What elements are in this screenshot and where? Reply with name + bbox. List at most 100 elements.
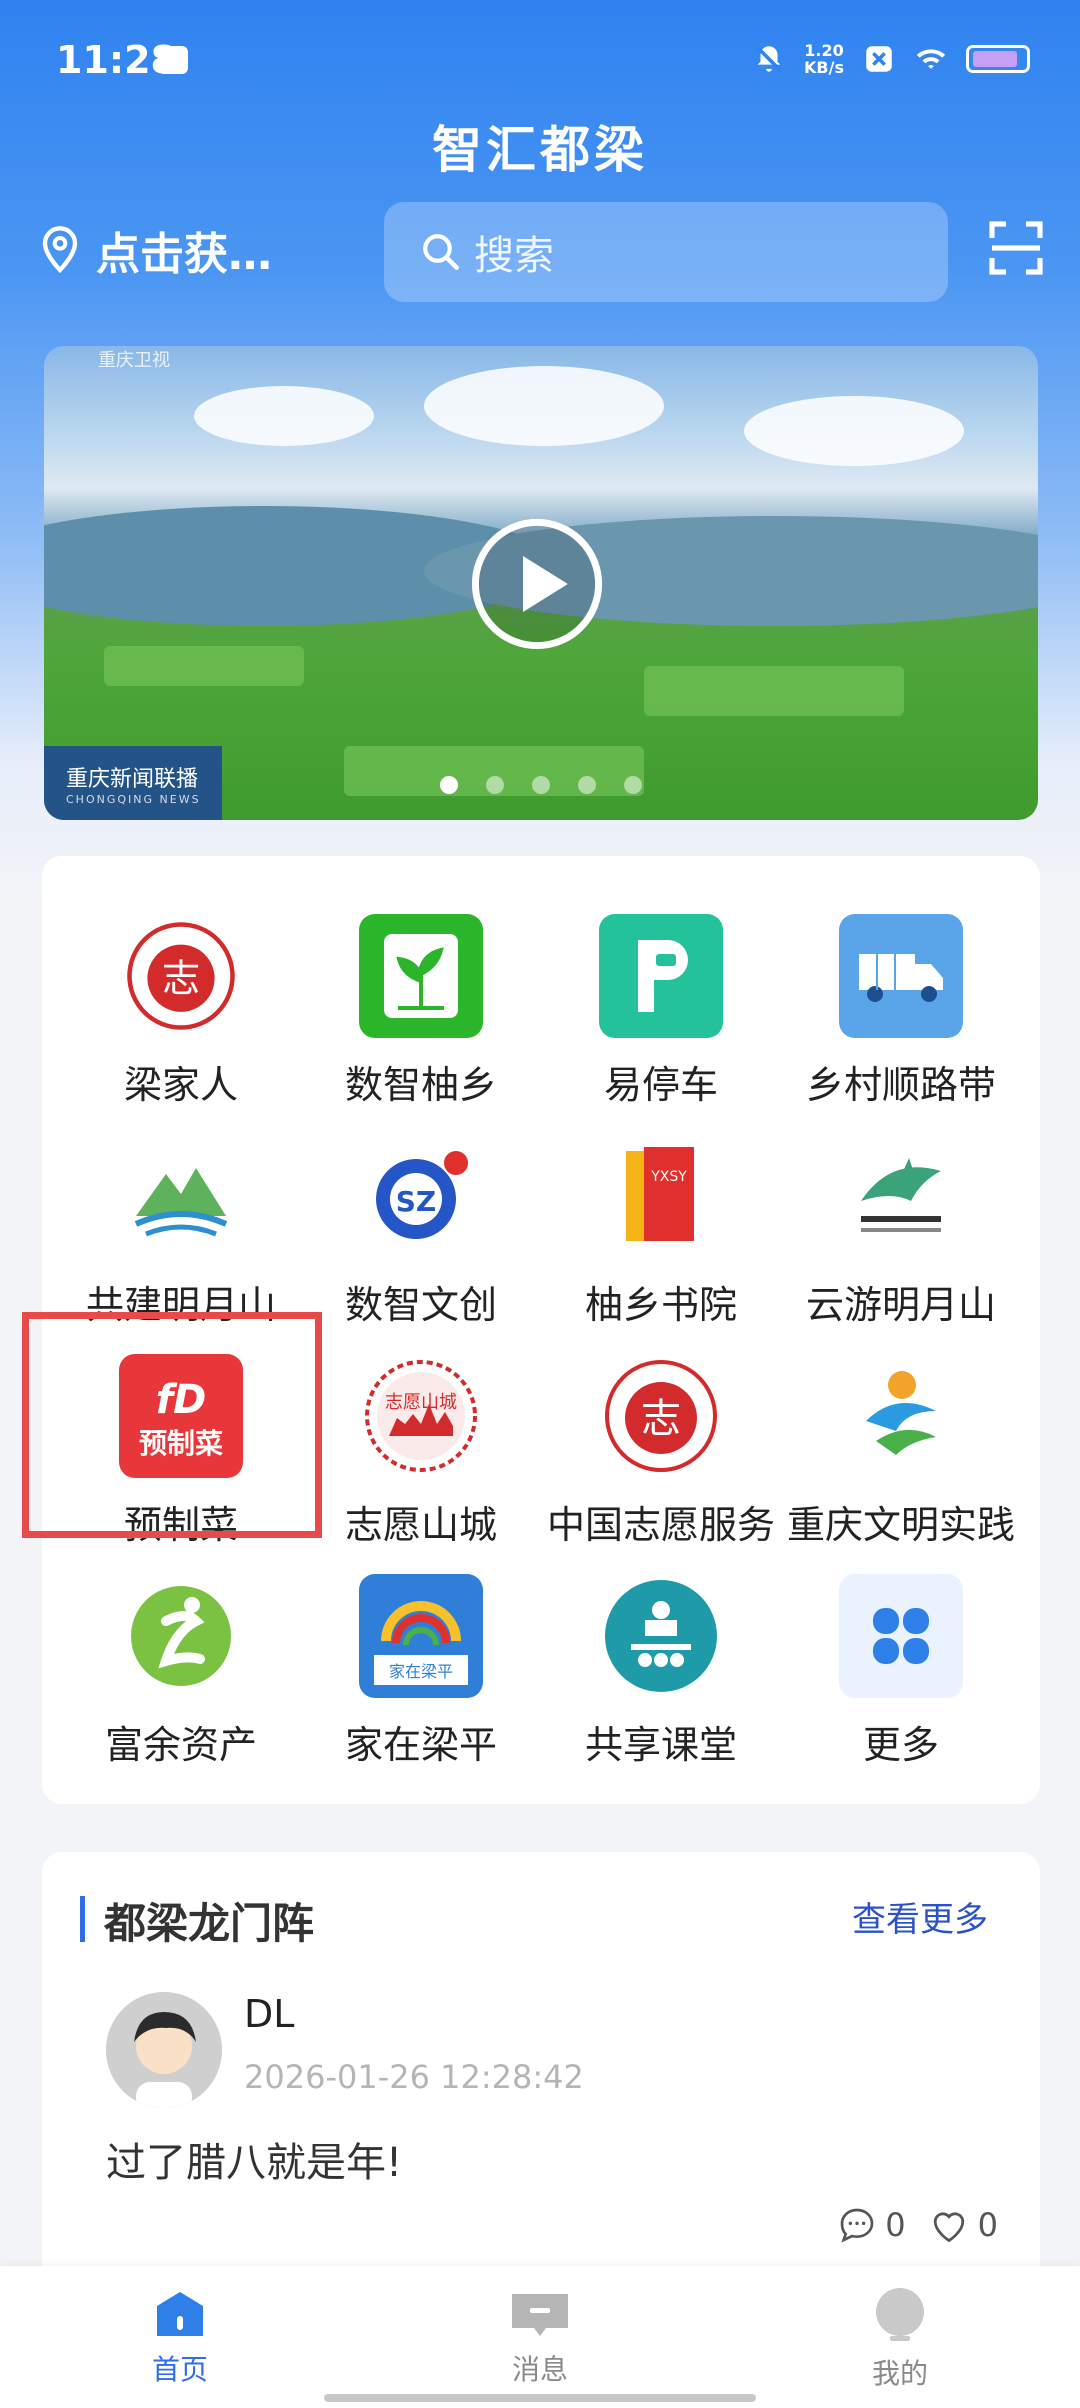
volunteer-badge-icon: 志: [119, 914, 243, 1038]
app-title: 智汇都梁: [432, 121, 648, 179]
news-program-subtitle: CHONGQING NEWS: [66, 792, 201, 806]
tab-label: 消息: [511, 2353, 568, 2386]
profile-icon: [876, 2288, 924, 2341]
service-youxiang-shuyuan[interactable]: YXSY 柚乡书院: [541, 1134, 781, 1354]
service-label: 梁家人: [123, 1063, 238, 1107]
highlight-box: [22, 1312, 322, 1538]
comment-icon: [840, 2208, 874, 2243]
section-accent-bar: [80, 1896, 85, 1942]
svg-text:志: 志: [162, 957, 200, 1001]
service-label: 志愿山城: [344, 1503, 497, 1547]
carousel-dot[interactable]: [486, 776, 504, 794]
service-jiazai-liangping[interactable]: 家在梁平 家在梁平: [301, 1574, 541, 1794]
service-label: 家在梁平: [344, 1723, 497, 1767]
service-more[interactable]: 更多: [781, 1574, 1021, 1794]
book-icon: YXSY: [599, 1134, 723, 1258]
svg-text:家在梁平: 家在梁平: [389, 1662, 453, 1681]
scan-icon[interactable]: [988, 220, 1044, 276]
service-lianjiaren[interactable]: 志 梁家人: [61, 914, 301, 1134]
message-notification-icon: [158, 46, 188, 74]
service-shuzhi-wenchuang[interactable]: SZ 数智文创: [301, 1134, 541, 1354]
sz-logo-icon: SZ: [359, 1134, 483, 1258]
banner-field: [104, 646, 304, 686]
banner-cloud: [744, 396, 964, 466]
comment-count: 0: [885, 2206, 906, 2244]
heart-icon: [933, 2212, 964, 2243]
post-stats: 0 0: [837, 2206, 998, 2244]
service-shuzhi-youxiang[interactable]: 数智柚乡: [301, 914, 541, 1134]
post-timestamp: 2026-01-26 12:28:42: [244, 2058, 584, 2096]
net-speed-value: 1.20: [804, 41, 844, 60]
service-zhongguo-zhiyuan-fuwu[interactable]: 志 中国志愿服务: [541, 1354, 781, 1574]
carousel-dot[interactable]: [624, 776, 642, 794]
home-indicator[interactable]: [324, 2394, 756, 2402]
carousel-dot[interactable]: [532, 776, 550, 794]
service-label: 共享课堂: [584, 1723, 737, 1767]
classroom-icon: [599, 1574, 723, 1698]
status-bar: 11:28 1.20 KB/s: [0, 0, 1080, 120]
svg-text:志: 志: [641, 1396, 681, 1442]
banner-field: [644, 666, 904, 716]
service-yitingche[interactable]: 易停车: [541, 914, 781, 1134]
svg-text:SZ: SZ: [396, 1185, 436, 1218]
home-liangping-icon: 家在梁平: [359, 1574, 483, 1698]
service-yunyou-mingyueshan[interactable]: 云游明月山: [781, 1134, 1021, 1354]
service-xiangcun-shunludai[interactable]: 乡村顺路带: [781, 914, 1021, 1134]
home-icon: [157, 2292, 203, 2336]
service-label: 数智柚乡: [344, 1063, 497, 1107]
comment-button[interactable]: 0: [837, 2206, 906, 2244]
search-bar[interactable]: 搜索: [384, 202, 948, 302]
service-label: 数智文创: [344, 1283, 497, 1327]
banner-cloud: [194, 386, 374, 446]
service-gongxiang-ketang[interactable]: 共享课堂: [541, 1574, 781, 1794]
service-label: 柚乡书院: [584, 1283, 737, 1327]
section-title: 都梁龙门阵: [104, 1899, 315, 1948]
location-label: 点击获…: [96, 229, 272, 280]
net-speed-unit: KB/s: [804, 58, 844, 77]
post-author[interactable]: DL: [244, 1992, 294, 2036]
view-more-link[interactable]: 查看更多: [852, 1892, 988, 1941]
svg-text:YXSY: YXSY: [650, 1169, 687, 1185]
tab-label: 首页: [151, 2353, 208, 2386]
bottom-tab-bar: 首页 消息 我的: [0, 2266, 1080, 2408]
status-icons: 1.20 KB/s: [752, 42, 1030, 76]
service-label: 乡村顺路带: [805, 1063, 996, 1107]
tv-channel-logo: 重庆卫视: [98, 350, 170, 371]
carousel-indicator: [44, 776, 1038, 794]
svg-text:志愿山城: 志愿山城: [385, 1392, 457, 1413]
post-content[interactable]: 过了腊八就是年!: [106, 2130, 402, 2188]
tab-home[interactable]: 首页: [100, 2288, 260, 2388]
banner-cloud: [424, 366, 664, 446]
parking-icon: [599, 914, 723, 1038]
scenic-logo-icon: [839, 1134, 963, 1258]
volunteer-city-icon: 志愿山城: [359, 1354, 483, 1478]
tab-profile[interactable]: 我的: [820, 2288, 980, 2392]
service-label: 重庆文明实践: [786, 1503, 1015, 1547]
mountain-logo-icon: [119, 1134, 243, 1258]
video-banner[interactable]: 重庆卫视 重庆新闻联播 CHONGQING NEWS: [44, 346, 1038, 820]
tree-icon: [359, 914, 483, 1038]
service-fuyu-zichan[interactable]: 富余资产: [61, 1574, 301, 1794]
truck-icon: [839, 914, 963, 1038]
carousel-dot[interactable]: [440, 776, 458, 794]
tab-label: 我的: [871, 2357, 928, 2390]
service-label: 易停车: [603, 1063, 718, 1107]
carousel-dot[interactable]: [578, 776, 596, 794]
play-icon[interactable]: [467, 514, 607, 654]
avatar[interactable]: [106, 1992, 222, 2108]
like-count: 0: [977, 2206, 998, 2244]
service-label: 云游明月山: [805, 1283, 996, 1327]
battery-icon: [966, 45, 1030, 73]
net-speed: 1.20 KB/s: [804, 42, 844, 76]
location-selector[interactable]: 点击获…: [40, 218, 272, 282]
china-volunteer-icon: 志: [599, 1354, 723, 1478]
service-zhiyuan-shancheng[interactable]: 志愿山城 志愿山城: [301, 1354, 541, 1574]
mute-bell-icon: [756, 46, 782, 72]
search-placeholder: 搜索: [474, 233, 554, 279]
service-chongqing-wenming-shijian[interactable]: 重庆文明实践: [781, 1354, 1021, 1574]
asset-icon: [119, 1574, 243, 1698]
like-button[interactable]: 0: [928, 2206, 998, 2244]
civilization-icon: [839, 1354, 963, 1478]
app-notification-icon: [866, 46, 892, 72]
tab-messages[interactable]: 消息: [460, 2288, 620, 2388]
